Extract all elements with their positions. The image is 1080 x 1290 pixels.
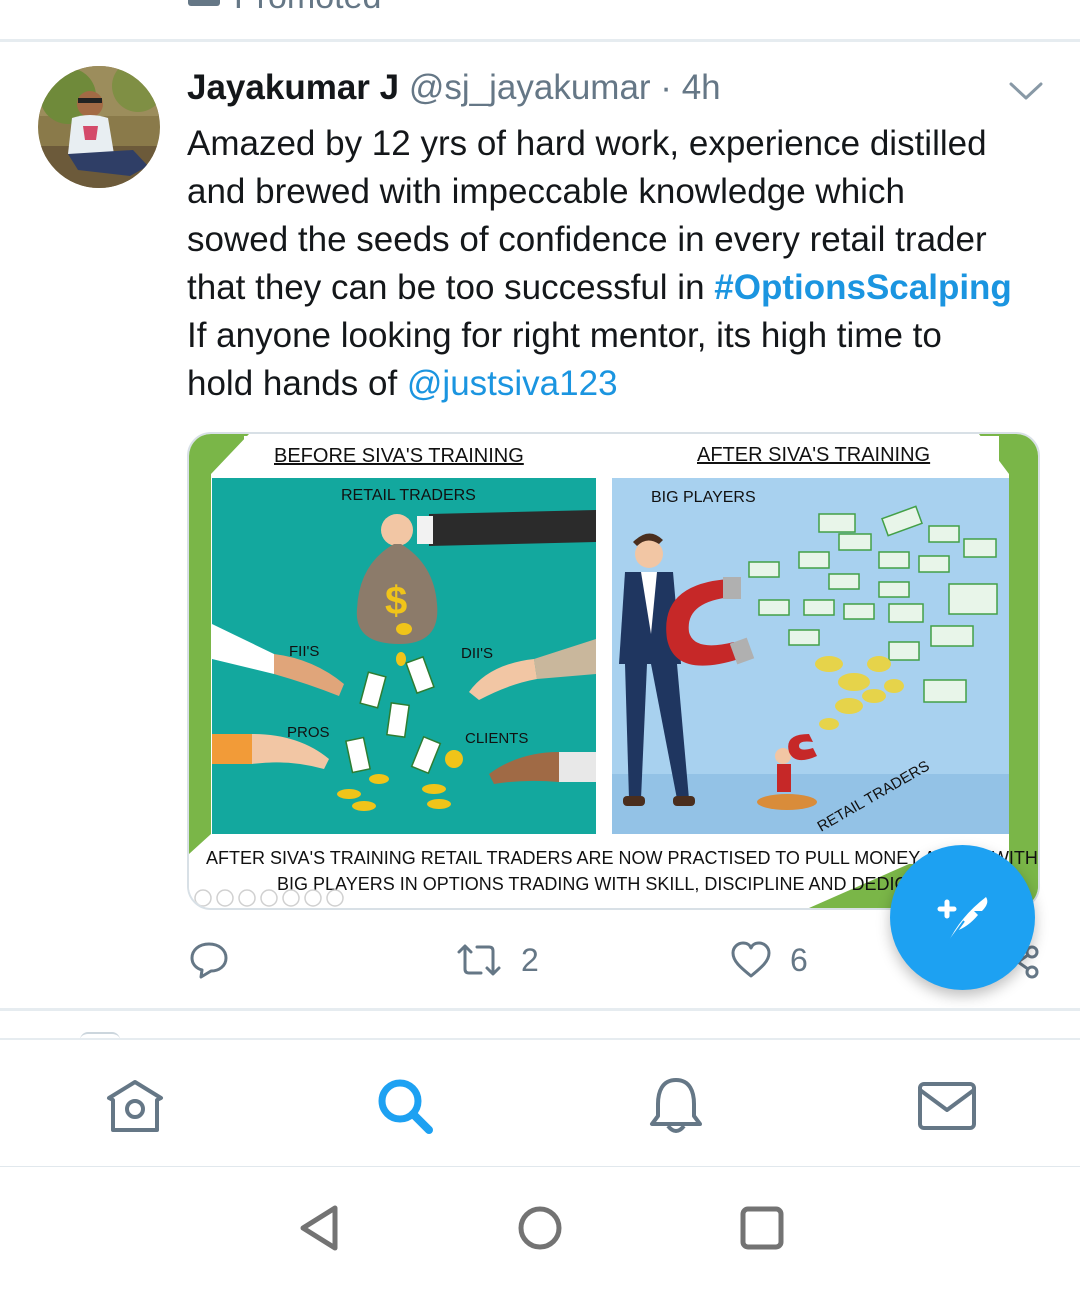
label-pros: PROS (287, 724, 330, 741)
promoted-label: Promoted (188, 0, 381, 16)
tweet-text-line: that they can be too successful in #Opti… (187, 264, 1057, 312)
heart-icon (730, 941, 772, 979)
tweet-text-line: If anyone looking for right mentor, its … (187, 316, 942, 355)
tweet-text-line: sowed the seeds of confidence in every r… (187, 220, 987, 259)
author-handle[interactable]: @sj_jayakumar (409, 68, 651, 107)
tweet-header: Jayakumar J @sj_jayakumar · 4h (187, 68, 721, 108)
tab-messages[interactable] (915, 1074, 979, 1138)
system-navigation-bar (0, 1167, 1080, 1290)
label-clients: CLIENTS (465, 730, 528, 747)
tab-search[interactable] (373, 1074, 437, 1138)
bell-icon (650, 1078, 702, 1133)
compose-tweet-button[interactable] (890, 845, 1035, 990)
back-triangle-icon (300, 1205, 338, 1251)
retweet-button[interactable]: 2 (455, 930, 539, 990)
svg-text:$: $ (385, 579, 407, 623)
tab-home[interactable] (103, 1074, 167, 1138)
back-button[interactable] (295, 1203, 345, 1253)
retweet-icon (455, 942, 503, 978)
divider (0, 1008, 1080, 1011)
right-panel-title: BIG PLAYERS (651, 489, 756, 506)
hashtag-link[interactable]: #OptionsScalping (714, 268, 1012, 307)
before-heading: BEFORE SIVA'S TRAINING (274, 445, 524, 467)
retweet-count: 2 (521, 941, 539, 978)
like-count: 6 (790, 941, 808, 978)
recents-button[interactable] (737, 1203, 787, 1253)
caption-line-2: BIG PLAYERS IN OPTIONS TRADING WITH SKIL… (277, 874, 961, 894)
tweet-text-line: hold hands of @justsiva123 (187, 360, 1057, 408)
home-icon (107, 1080, 163, 1132)
home-nav-button[interactable] (515, 1203, 565, 1253)
mention-link[interactable]: @justsiva123 (407, 364, 618, 403)
compose-tweet-icon (937, 897, 988, 944)
promoted-icon (188, 0, 220, 7)
label-fiis: FII'S (289, 643, 319, 660)
tweet-text-line: and brewed with impeccable knowledge whi… (187, 172, 905, 211)
mail-icon (918, 1082, 976, 1130)
label-diis: DII'S (461, 645, 493, 662)
reply-icon (188, 940, 230, 980)
tweet-text-segment: hold hands of (187, 364, 407, 403)
avatar[interactable] (38, 66, 160, 188)
reply-button[interactable] (188, 930, 230, 990)
recents-square-icon (740, 1206, 784, 1250)
tweet-text-line: Amazed by 12 yrs of hard work, experienc… (187, 124, 987, 163)
bottom-tab-bar (0, 1038, 1080, 1169)
after-heading: AFTER SIVA'S TRAINING (697, 444, 930, 466)
search-icon (378, 1079, 433, 1134)
separator: · (660, 68, 672, 107)
like-button[interactable]: 6 (730, 930, 808, 990)
chevron-down-icon[interactable] (1008, 80, 1044, 102)
tweet-text: Amazed by 12 yrs of hard work, experienc… (187, 120, 1057, 408)
tab-notifications[interactable] (644, 1074, 708, 1138)
tweet-image[interactable]: BEFORE SIVA'S TRAINING AFTER SIVA'S TRAI… (187, 432, 1040, 910)
left-panel-title: RETAIL TRADERS (341, 487, 476, 504)
timestamp[interactable]: 4h (682, 68, 721, 107)
home-circle-icon (518, 1206, 562, 1250)
author-name[interactable]: Jayakumar J (187, 68, 399, 107)
tweet-text-segment: that they can be too successful in (187, 268, 715, 307)
